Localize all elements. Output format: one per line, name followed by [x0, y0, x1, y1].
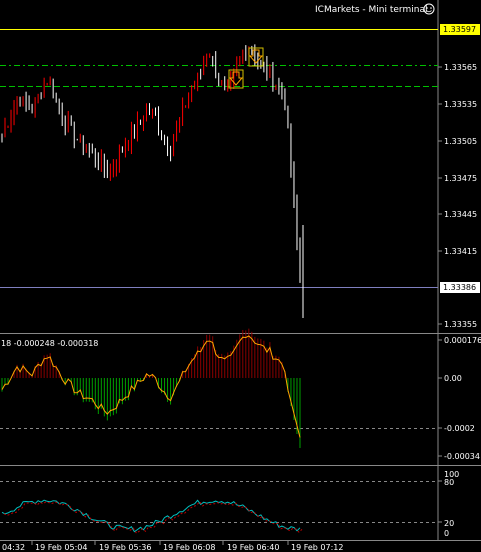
svg-text:1.33597: 1.33597: [443, 25, 476, 34]
macd-scale-label: -0.0002: [444, 424, 475, 433]
window-title: ICMarkets - Mini terminal: [315, 5, 427, 15]
stoch-scale-label: 20: [444, 519, 454, 528]
time-label: 19 Feb 06:08: [163, 543, 215, 552]
time-label: 19 Feb 05:36: [99, 543, 151, 552]
price-label: 1.33505: [444, 137, 477, 146]
price-label: 1.33355: [444, 320, 477, 329]
macd-scale-label: 0.000176: [444, 336, 481, 345]
price-label: 1.33445: [444, 210, 477, 219]
resistance-price-tag: 1.33597: [440, 24, 480, 35]
time-label: 04:32: [2, 543, 25, 552]
svg-text:1.33386: 1.33386: [443, 283, 476, 292]
stoch-scale-label: 80: [444, 478, 454, 487]
price-label: 1.33535: [444, 100, 477, 109]
chart-window[interactable]: ICMarkets - Mini terminal 1.33535 1.3350…: [0, 0, 481, 552]
time-label: 19 Feb 05:04: [35, 543, 87, 552]
price-label: 1.33415: [444, 247, 477, 256]
price-label: 1.33475: [444, 174, 477, 183]
time-label: 19 Feb 07:12: [291, 543, 343, 552]
time-label: 19 Feb 06:40: [227, 543, 279, 552]
macd-scale-label: 0.00: [444, 374, 462, 383]
stoch-scale-label: 0: [444, 529, 449, 538]
macd-scale-label: -0.00034: [444, 452, 480, 461]
current-price-tag: 1.33386: [440, 282, 480, 293]
macd-header: 18 -0.000248 -0.000318: [1, 339, 98, 348]
price-label: 1.33565: [444, 63, 477, 72]
